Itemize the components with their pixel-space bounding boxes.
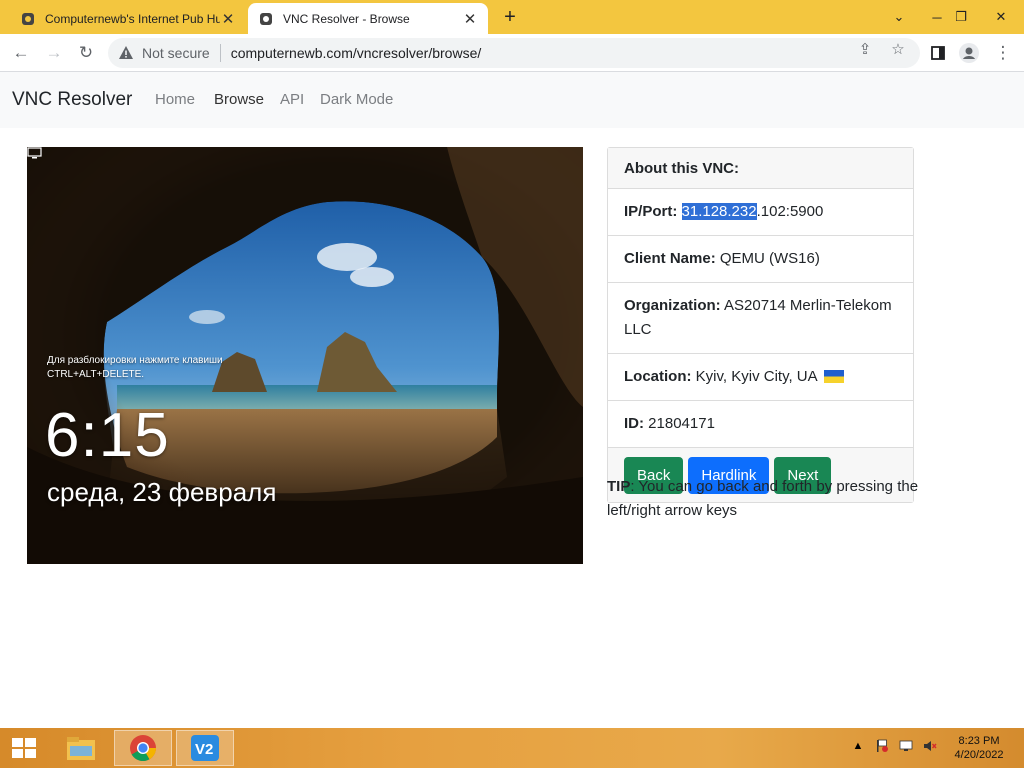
card-header: About this VNC: [608, 148, 913, 189]
location-value: Kyiv, Kyiv City, UA [695, 368, 817, 385]
back-arrow-icon[interactable]: ← [8, 40, 34, 66]
browser-titlebar: Computernewb's Internet Pub Hu ✕ VNC Res… [0, 0, 1024, 34]
ip-rest-text[interactable]: .102:5900 [757, 203, 824, 220]
nav-api[interactable]: API [280, 91, 304, 108]
address-bar[interactable]: Not secure computernewb.com/vncresolver/… [108, 38, 920, 68]
lockscreen-time: 6:15 [45, 401, 170, 470]
windows-logo-icon [12, 738, 36, 758]
chrome-icon [130, 735, 157, 762]
tab-vnc-resolver[interactable]: VNC Resolver - Browse ✕ [248, 3, 488, 34]
vnc-info-card: About this VNC: IP/Port: 31.128.232.102:… [607, 147, 914, 503]
client-name-value: QEMU (WS16) [719, 250, 820, 267]
tab-title: Computernewb's Internet Pub Hu [45, 11, 220, 26]
client-name-row: Client Name: QEMU (WS16) [608, 236, 913, 283]
tab-search-chevron-icon[interactable]: ⌄ [884, 0, 914, 34]
nav-home[interactable]: Home [155, 91, 195, 108]
organization-row: Organization: AS20714 Merlin-Telekom LLC [608, 283, 913, 354]
share-icon[interactable]: ⇪ [854, 38, 876, 60]
start-button[interactable] [0, 730, 48, 766]
menu-kebab-icon[interactable]: ⋮ [990, 40, 1016, 66]
side-panel-icon[interactable] [925, 40, 951, 66]
file-explorer-taskbar[interactable] [52, 730, 110, 766]
organization-label: Organization: [624, 297, 721, 314]
new-tab-button[interactable]: + [498, 5, 522, 29]
ip-port-label: IP/Port: [624, 203, 678, 220]
close-window-icon[interactable]: ✕ [986, 0, 1016, 34]
ukraine-flag-icon [823, 370, 844, 383]
unlock-hint: Для разблокировки нажмите клавиши CTRL+A… [47, 354, 223, 382]
browser-toolbar: ← → ↻ Not secure computernewb.com/vncres… [0, 34, 1024, 72]
vnc-screenshot: Для разблокировки нажмите клавиши CTRL+A… [27, 147, 583, 564]
client-name-label: Client Name: [624, 250, 716, 267]
bookmark-star-icon[interactable]: ☆ [887, 38, 909, 60]
tip-label: TIP [607, 478, 631, 495]
vnc-viewer-taskbar[interactable]: V2 [176, 730, 234, 766]
tip-text: TIP: You can go back and forth by pressi… [607, 475, 927, 523]
close-tab-icon[interactable]: ✕ [462, 11, 478, 28]
reload-icon[interactable]: ↻ [73, 40, 99, 66]
tab-title: VNC Resolver - Browse [283, 11, 410, 26]
site-navbar: VNC Resolver Home Browse API Dark Mode [0, 72, 1024, 128]
security-status[interactable]: Not secure [142, 45, 210, 61]
location-label: Location: [624, 368, 692, 385]
warning-icon [119, 46, 133, 59]
computernewb-favicon-icon [20, 11, 36, 27]
action-center-flag-icon[interactable] [874, 738, 890, 754]
tray-chevron-up-icon[interactable]: ▲ [850, 738, 866, 754]
close-tab-icon[interactable]: ✕ [220, 11, 236, 28]
clock-date: 4/20/2022 [954, 749, 1004, 761]
lockscreen-date: среда, 23 февраля [47, 477, 277, 507]
volume-muted-icon[interactable] [922, 738, 938, 754]
monitor-icon [27, 147, 42, 159]
taskbar-clock[interactable]: 8:23 PM 4/20/2022 [950, 734, 1008, 762]
id-label: ID: [624, 415, 644, 432]
restore-icon[interactable]: ❐ [946, 0, 976, 34]
nav-browse[interactable]: Browse [214, 91, 264, 108]
id-row: ID: 21804171 [608, 401, 913, 448]
divider [219, 44, 221, 62]
brand-link[interactable]: VNC Resolver [12, 89, 132, 111]
location-row: Location: Kyiv, Kyiv City, UA [608, 354, 913, 401]
network-icon[interactable] [898, 738, 914, 754]
nav-dark-mode[interactable]: Dark Mode [320, 91, 393, 108]
tab-internet-pub[interactable]: Computernewb's Internet Pub Hu ✕ [10, 3, 246, 34]
id-value: 21804171 [648, 415, 715, 432]
ip-port-row: IP/Port: 31.128.232.102:5900 [608, 189, 913, 236]
unlock-hint-line2: CTRL+ALT+DELETE. [47, 369, 145, 380]
ip-selected-text[interactable]: 31.128.232 [681, 203, 757, 220]
chrome-taskbar[interactable] [114, 730, 172, 766]
svg-text:V2: V2 [195, 741, 213, 758]
vnc-viewer-icon: V2 [191, 735, 219, 761]
url-text[interactable]: computernewb.com/vncresolver/browse/ [231, 45, 482, 61]
forward-arrow-icon[interactable]: → [41, 40, 67, 66]
unlock-hint-line1: Для разблокировки нажмите клавиши [47, 355, 223, 366]
profile-avatar-icon[interactable] [956, 40, 982, 66]
folder-icon [67, 737, 95, 760]
computernewb-favicon-icon [258, 11, 274, 27]
tip-body: : You can go back and forth by pressing … [607, 478, 919, 519]
clock-time: 8:23 PM [958, 735, 1000, 747]
windows-taskbar: V2 ▲ 8:23 PM 4/20/2022 [0, 728, 1024, 768]
